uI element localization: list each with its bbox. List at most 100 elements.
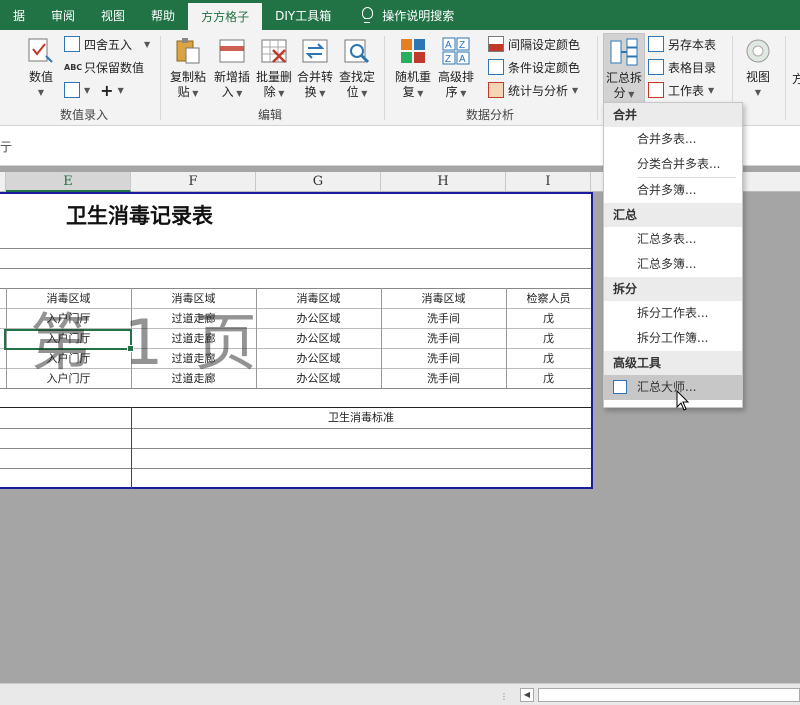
plus-icon[interactable]: + [100,81,113,100]
round-label: 四舍五入 [84,37,133,52]
copy-paste-button[interactable]: 复制粘 贴 ▼ [167,36,209,101]
advanced-sort-label-1: 高级排 [437,70,474,84]
column-header-h[interactable]: H [381,172,506,192]
resize-grip-icon[interactable]: ⋮ [500,692,508,701]
table-cell[interactable]: 洗手间 [381,369,506,389]
summary-master-icon [613,380,627,394]
tab-help[interactable]: 帮助 [138,0,188,30]
save-icon [648,36,664,52]
table-cell[interactable]: 办公区域 [256,329,381,349]
menu-item[interactable]: 汇总多表... [604,227,742,252]
tab-data[interactable]: 据 [0,0,38,30]
cond-color-button[interactable]: 条件设定颜色 [488,57,580,77]
horizontal-scrollbar[interactable] [538,688,800,702]
value-button[interactable]: 数值 ▼ [24,36,58,100]
tab-view[interactable]: 视图 [88,0,138,30]
advanced-sort-button[interactable]: AZZA 高级排 序 ▼ [435,36,477,101]
random-repeat-label-1: 随机重 [394,70,431,84]
menu-item[interactable]: 拆分工作簿... [604,326,742,351]
batch-delete-button[interactable]: 批量删 除 ▼ [253,36,295,101]
menu-item[interactable]: 汇总大师... [604,375,742,400]
clipped-button-label[interactable]: 方 [792,70,800,87]
menu-item[interactable]: 合并多表... [604,127,742,152]
table-cell[interactable]: 洗手间 [381,329,506,349]
group-label-edit: 编辑 [258,108,283,122]
chevron-down-icon: ▼ [754,88,762,97]
add-insert-label-2: 入 [221,85,234,99]
formula-bar-text: 亍 [0,140,13,154]
table-cell[interactable]: 戊 [506,329,591,349]
tab-diy-toolbox[interactable]: DIY工具箱 [262,0,344,30]
menu-item[interactable]: 分类合并多表... [604,152,742,177]
svg-text:Z: Z [459,40,465,51]
chevron-down-icon: ▼ [572,85,579,95]
interval-color-label: 间隔设定颜色 [508,37,581,52]
menu-section-header: 高级工具 [604,351,742,375]
find-locate-button[interactable]: 查找定 位 ▼ [336,36,378,101]
value-icon [26,36,56,66]
chevron-down-icon: ▼ [708,85,715,95]
column-header-f[interactable]: F [131,172,256,192]
keep-values-label: 只保留数值 [84,60,145,75]
stats-button[interactable]: 统计与分析 ▼ [488,80,578,100]
view-button[interactable]: 视图 ▼ [740,36,776,100]
find-icon [342,36,372,66]
random-repeat-button[interactable]: 随机重 复 ▼ [392,36,434,101]
save-as-table-label: 另存本表 [668,37,717,52]
status-bar: ⋮ ◀ [0,683,800,705]
table-directory-button[interactable]: 表格目录 [648,57,716,77]
group-label-data-analysis: 数据分析 [466,108,515,122]
entry-extra-button[interactable]: ▼ + ▼ [64,80,124,100]
save-as-table-button[interactable]: 另存本表 [648,34,716,54]
column-header-g[interactable]: G [256,172,381,192]
chevron-down-icon: ▼ [117,85,124,95]
stats-label: 统计与分析 [508,83,569,98]
edit-icon [64,82,80,98]
table-cell[interactable]: 戊 [506,309,591,329]
grid-line [0,468,591,469]
insert-icon [217,36,247,66]
group-divider [384,36,385,120]
table-cell[interactable]: 戊 [506,369,591,389]
cond-color-label: 条件设定颜色 [508,60,581,75]
worksheet-label: 工作表 [668,83,705,98]
round-button[interactable]: 四舍五入 ▼ [64,34,150,54]
group-label-data-entry: 数值录入 [60,108,109,122]
worksheet-grid[interactable]: 卫生消毒记录表 消毒区域 消毒区域 消毒区域 消毒区域 检察人员 入户门厅 过道… [0,192,593,489]
group-divider [597,36,598,120]
column-header-i[interactable]: I [506,172,591,192]
tab-fangfang[interactable]: 方方格子 [188,3,263,30]
menu-section-header: 合并 [604,103,742,127]
menu-item[interactable]: 合并多簿... [604,178,742,203]
scroll-left-button[interactable]: ◀ [520,688,534,702]
interval-color-icon [488,36,504,52]
svg-text:Z: Z [445,54,451,65]
table-cell[interactable]: 办公区域 [256,349,381,369]
tell-me-label: 操作说明搜索 [382,8,455,23]
tell-me-search[interactable]: 操作说明搜索 [344,0,467,30]
view-icon [743,36,773,66]
merge-convert-button[interactable]: 合并转 换 ▼ [294,36,336,101]
batch-delete-label-2: 除 [263,85,276,99]
table-cell[interactable]: 办公区域 [256,369,381,389]
table-cell[interactable]: 办公区域 [256,309,381,329]
table-cell[interactable]: 戊 [506,349,591,369]
tab-review[interactable]: 审阅 [38,0,88,30]
group-divider [160,36,161,120]
summary-split-button[interactable]: 汇总拆 分 ▼ [603,33,645,103]
page-watermark: 第 1 页 [30,306,263,379]
table-cell[interactable]: 洗手间 [381,349,506,369]
menu-item[interactable]: 拆分工作表... [604,301,742,326]
grid-line [0,268,591,269]
add-insert-button[interactable]: 新增插 入 ▼ [211,36,253,101]
interval-color-button[interactable]: 间隔设定颜色 [488,34,580,54]
random-repeat-label-2: 复 [402,85,415,99]
column-header-e[interactable]: E [6,172,131,192]
chevron-down-icon: ▼ [457,89,467,98]
table-header-cell: 检察人员 [526,292,571,305]
merge-convert-label-2: 换 [304,85,317,99]
keep-values-button[interactable]: ABC 只保留数值 [64,57,144,77]
table-cell[interactable]: 洗手间 [381,309,506,329]
worksheet-button[interactable]: 工作表 ▼ [648,80,714,100]
menu-item[interactable]: 汇总多簿... [604,252,742,277]
